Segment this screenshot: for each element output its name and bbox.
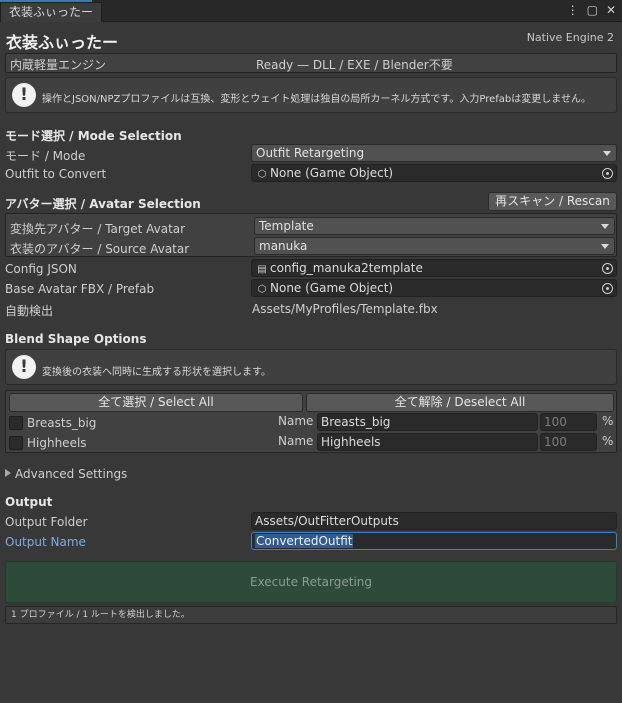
object-picker-icon[interactable] <box>602 283 613 294</box>
mode-label: モード / Mode <box>5 149 86 163</box>
output-folder-field[interactable]: Assets/OutFitterOutputs <box>251 512 617 530</box>
page-title: 衣装ふぃったー <box>6 33 119 52</box>
execute-retargeting-button[interactable]: Execute Retargeting <box>5 561 617 603</box>
blend-value-field[interactable]: 100 <box>540 433 597 451</box>
warning-icon: ! <box>12 355 36 379</box>
mode-dropdown[interactable]: Outfit Retargeting <box>251 144 617 162</box>
info-helpbox: ! 操作とJSON/NPZプロファイルは互換、変形とウェイト処理は独自の局所カー… <box>5 77 617 113</box>
blend-name-label: Name <box>278 434 314 448</box>
mode-dropdown-value: Outfit Retargeting <box>256 146 365 160</box>
blend-helpbox-text: 変換後の衣装へ同時に生成する形状を選択します。 <box>42 367 271 378</box>
more-menu-icon[interactable]: ⋮ <box>567 3 579 17</box>
output-section-heading: Output <box>5 495 53 509</box>
source-avatar-value: manuka <box>259 239 308 253</box>
maximize-icon[interactable]: ▢ <box>587 3 598 17</box>
engine-status-box: 内蔵軽量エンジン Ready — DLL / EXE / Blender不要 <box>5 53 617 73</box>
blend-value-field[interactable]: 100 <box>540 413 597 431</box>
mode-section-heading: モード選択 / Mode Selection <box>5 129 182 143</box>
base-avatar-value: None (Game Object) <box>270 281 394 295</box>
blend-name-value: Breasts_big <box>321 415 391 429</box>
blend-helpbox: ! 変換後の衣装へ同時に生成する形状を選択します。 <box>5 349 617 385</box>
deselect-all-button[interactable]: 全て解除 / Deselect All <box>306 393 614 412</box>
auto-detect-value: Assets/MyProfiles/Template.fbx <box>252 302 438 316</box>
blend-row-label: Highheels <box>27 436 87 450</box>
auto-detect-label: 自動検出 <box>5 304 54 318</box>
status-bar: 1 プロファイル / 1 ルートを検出しました。 <box>5 606 617 624</box>
outfit-label: Outfit to Convert <box>5 167 107 181</box>
percent-label: % <box>602 414 614 428</box>
chevron-down-icon <box>601 244 609 249</box>
chevron-down-icon <box>603 151 611 156</box>
blend-value: 100 <box>544 415 567 429</box>
blend-name-field[interactable]: Breasts_big <box>317 413 538 431</box>
blend-checkbox-breasts[interactable] <box>9 416 23 430</box>
outfit-object-value: None (Game Object) <box>270 166 394 180</box>
window-tab[interactable]: 衣装ふぃったー <box>0 2 103 22</box>
gameobject-icon: ⬡ <box>257 169 267 180</box>
avatar-select-box: 変換先アバター / Target Avatar Template 衣装のアバター… <box>5 213 617 257</box>
blend-row-label: Breasts_big <box>27 416 97 430</box>
window-controls: ⋮ ▢ ✕ <box>567 3 616 17</box>
blend-section-heading: Blend Shape Options <box>5 332 147 346</box>
status-text: 1 プロファイル / 1 ルートを検出しました。 <box>11 610 190 620</box>
close-icon[interactable]: ✕ <box>606 3 616 17</box>
text-asset-icon: ▤ <box>257 264 267 275</box>
select-all-button[interactable]: 全て選択 / Select All <box>9 393 303 412</box>
chevron-down-icon <box>601 224 609 229</box>
blend-name-field[interactable]: Highheels <box>317 433 538 451</box>
target-avatar-value: Template <box>259 219 314 233</box>
config-json-field[interactable]: ▤ config_manuka2template <box>251 259 617 277</box>
output-folder-value: Assets/OutFitterOutputs <box>255 514 399 528</box>
output-name-label: Output Name <box>5 535 86 549</box>
config-json-label: Config JSON <box>5 262 77 276</box>
base-avatar-label: Base Avatar FBX / Prefab <box>5 282 155 296</box>
base-avatar-field[interactable]: ⬡ None (Game Object) <box>251 279 617 297</box>
blend-checkbox-highheels[interactable] <box>9 436 23 450</box>
engine-label: 内蔵軽量エンジン <box>10 58 107 72</box>
object-picker-icon[interactable] <box>602 263 613 274</box>
blend-name-value: Highheels <box>321 435 381 449</box>
object-picker-icon[interactable] <box>602 168 613 179</box>
config-json-value: config_manuka2template <box>270 261 423 275</box>
source-avatar-label: 衣装のアバター / Source Avatar <box>10 242 190 256</box>
output-name-field[interactable]: ConvertedOutfit <box>251 532 617 550</box>
warning-icon: ! <box>12 83 36 107</box>
target-avatar-label: 変換先アバター / Target Avatar <box>10 222 186 236</box>
foldout-arrow-icon[interactable] <box>5 469 11 477</box>
blend-value: 100 <box>544 435 567 449</box>
advanced-settings-foldout[interactable]: Advanced Settings <box>15 467 127 481</box>
target-avatar-dropdown[interactable]: Template <box>254 217 615 235</box>
engine-status-value: Ready — DLL / EXE / Blender不要 <box>256 58 453 72</box>
rescan-button[interactable]: 再スキャン / Rescan <box>488 192 617 211</box>
engine-version-label: Native Engine 2 <box>526 31 614 44</box>
avatar-section-heading: アバター選択 / Avatar Selection <box>5 197 201 211</box>
blend-name-label: Name <box>278 414 314 428</box>
output-folder-label: Output Folder <box>5 515 88 529</box>
output-name-value: ConvertedOutfit <box>255 534 354 548</box>
percent-label: % <box>602 434 614 448</box>
info-helpbox-text: 操作とJSON/NPZプロファイルは互換、変形とウェイト処理は独自の局所カーネル… <box>42 94 591 105</box>
source-avatar-dropdown[interactable]: manuka <box>254 237 615 255</box>
window-titlebar: 衣装ふぃったー ⋮ ▢ ✕ <box>0 0 622 22</box>
blend-shape-box: 全て選択 / Select All 全て解除 / Deselect All Br… <box>5 390 617 453</box>
gameobject-icon: ⬡ <box>257 284 267 295</box>
outfit-object-field[interactable]: ⬡ None (Game Object) <box>251 164 617 182</box>
